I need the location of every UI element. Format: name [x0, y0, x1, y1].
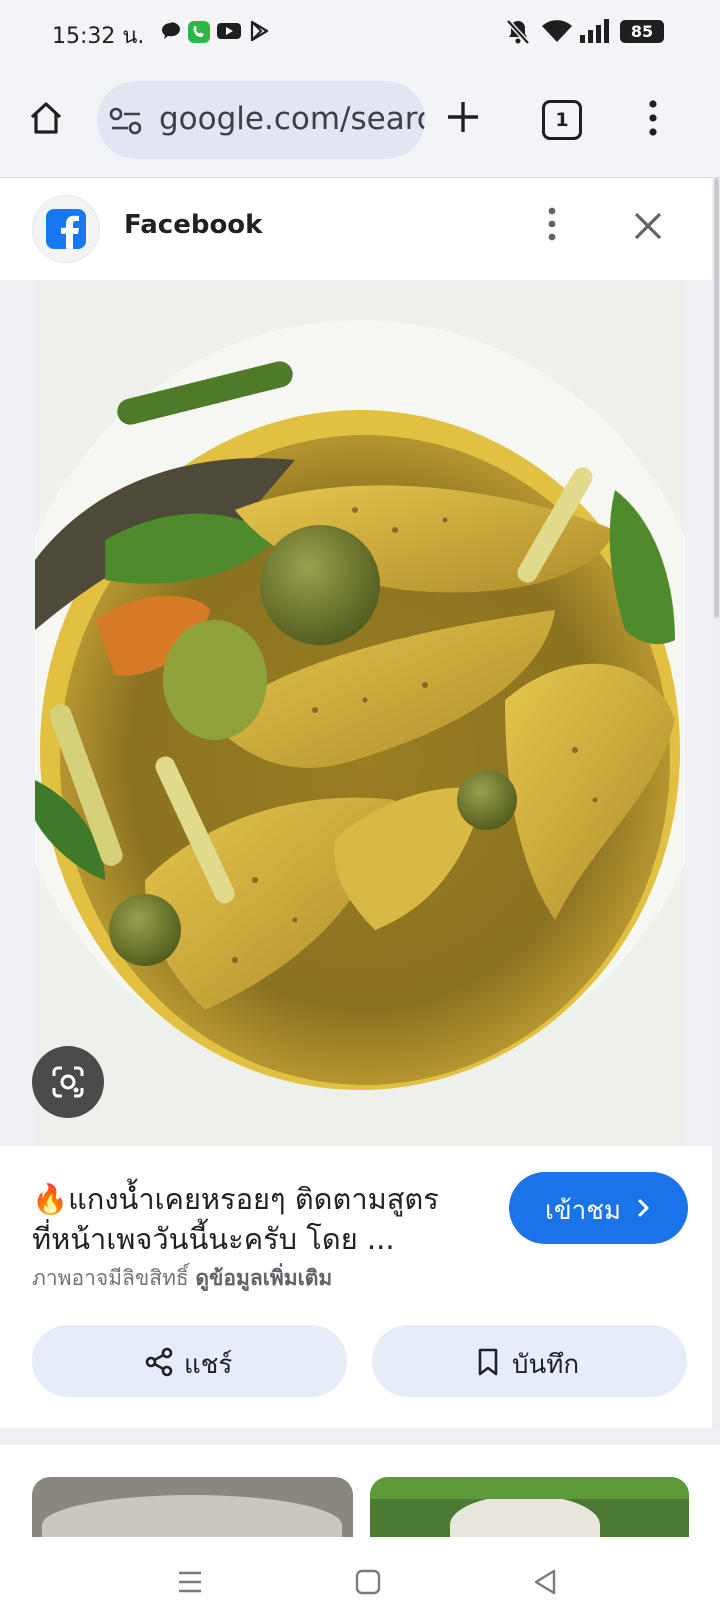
save-button[interactable]: บันทึก [372, 1325, 687, 1397]
share-label: แชร์ [184, 1350, 233, 1380]
more-vert-icon[interactable] [640, 98, 666, 138]
related-image-2-bowl [450, 1495, 600, 1537]
related-image-1[interactable] [32, 1477, 353, 1537]
system-nav-bar [0, 1540, 720, 1612]
url-text[interactable]: google.com/search [159, 101, 425, 137]
signal-icon [580, 19, 609, 43]
back-icon[interactable] [532, 1569, 558, 1595]
image-panel-header [0, 178, 712, 280]
bell-muted-icon [506, 19, 530, 45]
result-image[interactable] [35, 280, 685, 1146]
copyright-text: ภาพอาจมีลิขสิทธิ์ [32, 1266, 189, 1290]
battery-icon: 85 [620, 20, 664, 43]
phone-call-icon [188, 21, 210, 43]
battery-level: 85 [630, 22, 654, 41]
chevron-right-icon [637, 1198, 650, 1218]
learn-more-link[interactable]: ดูข้อมูลเพิ่มเติม [195, 1266, 332, 1290]
close-icon[interactable] [632, 210, 664, 242]
source-name[interactable]: Facebook [124, 210, 262, 240]
menu-icon[interactable] [177, 1570, 203, 1594]
wifi-icon [542, 20, 572, 42]
chat-icon [162, 22, 180, 39]
home-nav-icon[interactable] [355, 1569, 381, 1595]
related-image-2[interactable] [370, 1477, 689, 1537]
related-image-2-herbs [370, 1477, 689, 1499]
facebook-icon [46, 209, 86, 249]
status-time: 15:32 น. [52, 24, 145, 49]
scrollbar-thumb[interactable] [714, 178, 719, 618]
google-lens-icon [52, 1066, 84, 1098]
tab-switcher-icon[interactable]: 1 [542, 100, 582, 140]
play-store-icon [250, 20, 269, 42]
visit-label: เข้าชม [545, 1196, 622, 1226]
panel-more-icon[interactable] [540, 206, 564, 242]
curry-photo [35, 280, 685, 1146]
result-title-line-2[interactable]: ที่หน้าเพจวันนี้นะครับ โดย ... [32, 1216, 395, 1262]
status-bar: 15:32 น. 85 [0, 0, 720, 70]
image-gutter-right [685, 280, 712, 1146]
source-logo [32, 195, 100, 263]
copyright-notice: ภาพอาจมีลิขสิทธิ์ ดูข้อมูลเพิ่มเติม [32, 1262, 332, 1295]
share-button[interactable]: แชร์ [32, 1325, 347, 1397]
visit-button[interactable]: เข้าชม [509, 1172, 688, 1244]
bookmark-icon [478, 1348, 498, 1376]
image-gutter-left [0, 280, 35, 1146]
youtube-icon [217, 23, 241, 39]
share-icon [145, 1347, 173, 1377]
site-settings-icon[interactable] [109, 106, 143, 136]
omnibox[interactable]: google.com/search [97, 81, 425, 159]
related-image-1-plate [42, 1495, 342, 1537]
save-label: บันทึก [512, 1350, 580, 1380]
section-divider [0, 1428, 720, 1445]
new-tab-icon[interactable] [443, 97, 483, 137]
lens-search-button[interactable] [32, 1046, 104, 1118]
home-icon[interactable] [26, 98, 66, 138]
tab-count: 1 [555, 109, 569, 131]
